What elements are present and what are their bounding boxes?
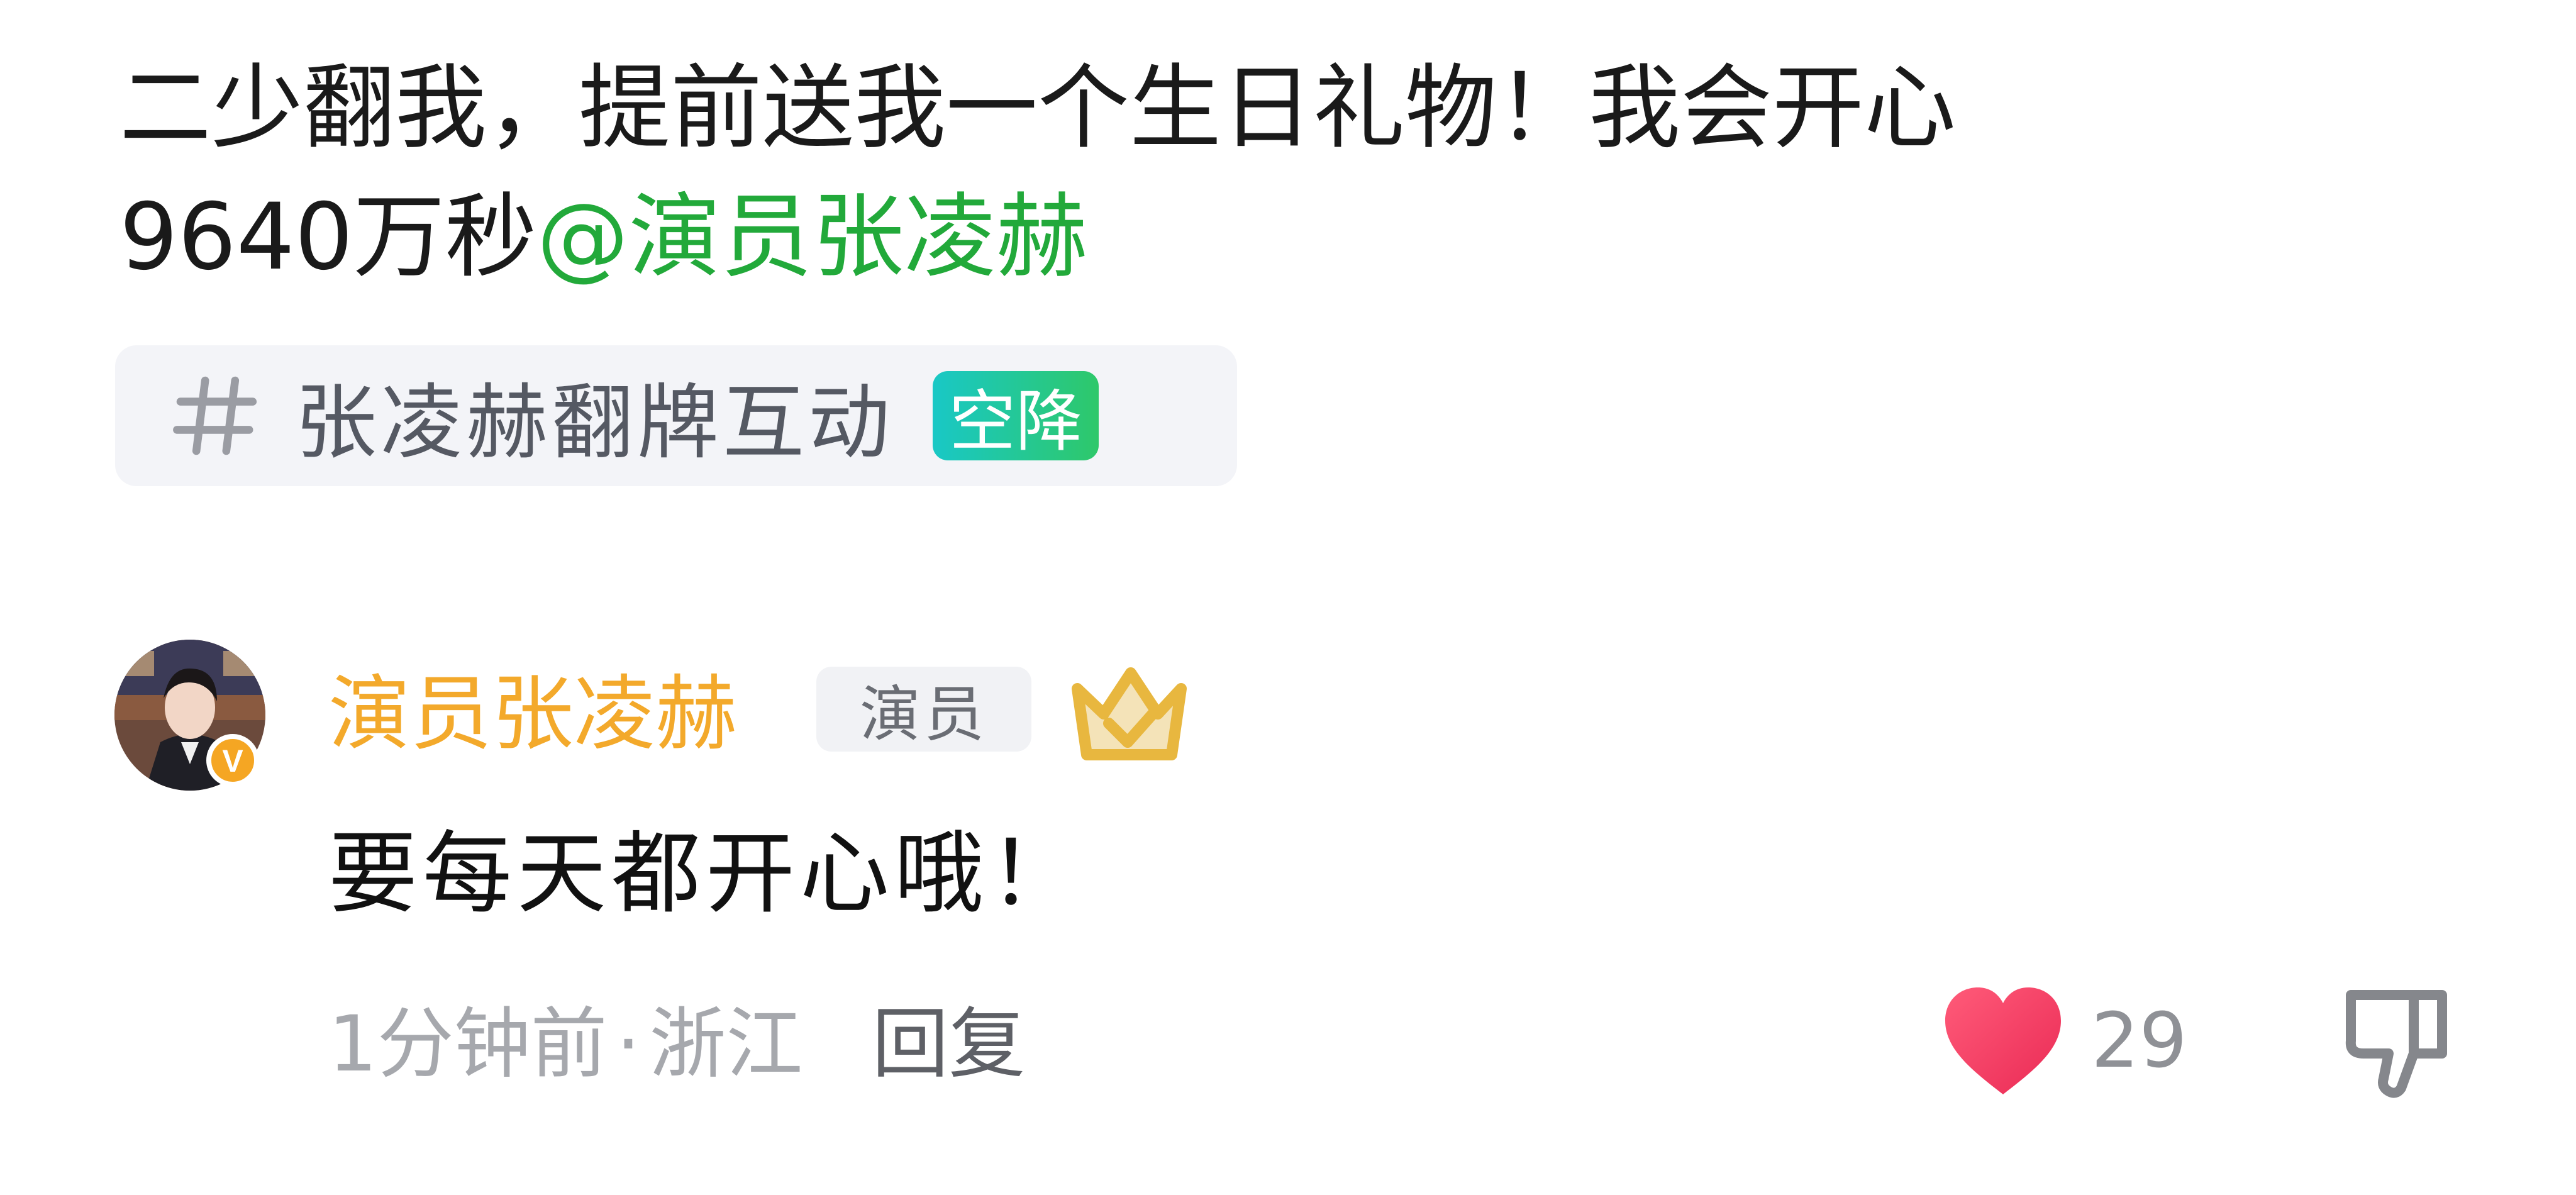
role-badge: 演员: [816, 667, 1031, 752]
reply-button[interactable]: 回复: [872, 994, 1025, 1094]
hash-icon: [173, 376, 257, 455]
topic-tag[interactable]: 张凌赫翻牌互动 空降: [115, 345, 1237, 486]
avatar[interactable]: V: [113, 638, 267, 792]
comment-time: 1分钟前: [328, 999, 608, 1089]
post-text-prefix: 9640万秒: [119, 184, 537, 291]
topic-label: 张凌赫翻牌互动: [295, 375, 894, 470]
heart-icon: [1945, 987, 2061, 1094]
comment-author-name[interactable]: 演员张凌赫: [328, 657, 737, 770]
post-text-line2: 9640万秒@演员张凌赫: [119, 173, 2446, 302]
post-text-line1: 二少翻我，提前送我一个生日礼物！我会开心: [119, 55, 1956, 162]
comment-meta: 1分钟前 · 浙江 回复: [328, 994, 1025, 1094]
like-button[interactable]: 29: [1940, 984, 2187, 1098]
comment-body: 要每天都开心哦！: [328, 822, 1083, 926]
meta-separator: ·: [616, 999, 641, 1089]
airdrop-badge: 空降: [933, 371, 1099, 460]
crown-icon: [1072, 667, 1187, 760]
thumbs-down-icon[interactable]: [2338, 987, 2455, 1101]
comment-location: 浙江: [649, 999, 803, 1089]
like-count: 29: [2091, 997, 2187, 1085]
post-text: 二少翻我，提前送我一个生日礼物！我会开心 9640万秒@演员张凌赫: [119, 44, 2446, 302]
verified-mark: V: [222, 743, 243, 779]
weibo-comment-screen: 二少翻我，提前送我一个生日礼物！我会开心 9640万秒@演员张凌赫 张凌赫翻牌互…: [0, 0, 2576, 1195]
mention-link[interactable]: @演员张凌赫: [537, 184, 1088, 291]
